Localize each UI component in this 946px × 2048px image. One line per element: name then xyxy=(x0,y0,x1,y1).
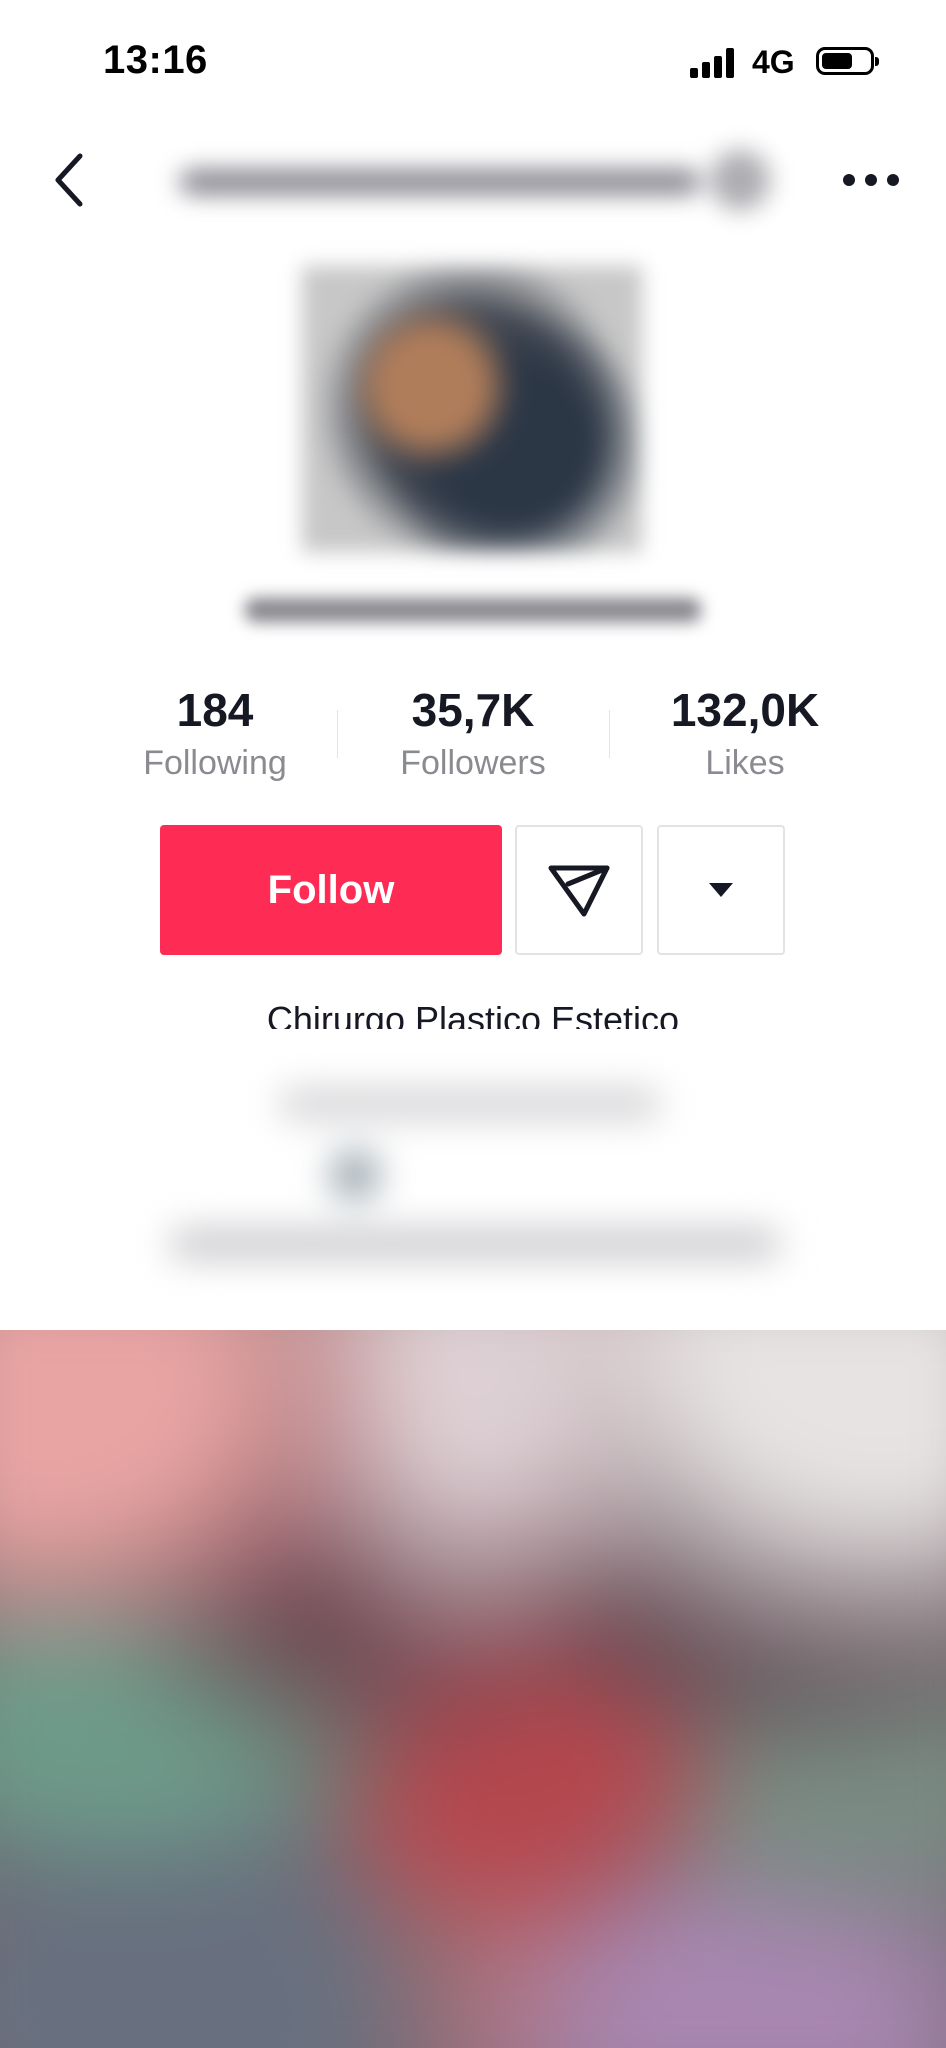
profile-stats: 184 Following 35,7K Followers 132,0K Lik… xyxy=(100,680,846,790)
back-button[interactable] xyxy=(40,150,100,210)
stat-value: 35,7K xyxy=(411,684,535,736)
username-blurred xyxy=(235,590,711,630)
message-button[interactable] xyxy=(515,825,643,955)
stat-label: Following xyxy=(143,744,287,782)
video-grid-blurred[interactable] xyxy=(0,1330,946,2048)
battery-icon xyxy=(816,47,879,75)
suggested-accounts-dropdown-button[interactable] xyxy=(657,825,785,955)
stat-following[interactable]: 184 Following xyxy=(100,680,330,786)
stat-label: Likes xyxy=(705,744,785,782)
stat-value: 132,0K xyxy=(670,684,820,736)
triangle-down-icon xyxy=(709,883,733,897)
bio-blurred xyxy=(130,1030,820,1270)
avatar[interactable] xyxy=(302,266,642,552)
signal-icon xyxy=(690,48,738,78)
chevron-left-icon xyxy=(55,153,83,207)
header-username-blurred xyxy=(160,140,780,220)
status-time: 13:16 xyxy=(103,38,208,82)
stat-divider xyxy=(337,710,338,758)
more-options-button[interactable] xyxy=(836,150,906,210)
profile-header xyxy=(0,130,946,230)
stat-divider xyxy=(609,710,610,758)
stat-value: 184 xyxy=(176,684,254,736)
send-icon xyxy=(548,865,610,917)
network-type: 4G xyxy=(752,44,795,80)
more-horizontal-icon xyxy=(843,174,899,186)
follow-button[interactable]: Follow xyxy=(160,825,502,955)
stat-followers[interactable]: 35,7K Followers xyxy=(358,680,588,786)
status-bar: 13:16 4G xyxy=(0,0,946,120)
stat-label: Followers xyxy=(400,744,546,782)
bio-first-line: Chirurgo Plastico Estetico xyxy=(266,999,680,1029)
stat-likes[interactable]: 132,0K Likes xyxy=(630,680,860,786)
